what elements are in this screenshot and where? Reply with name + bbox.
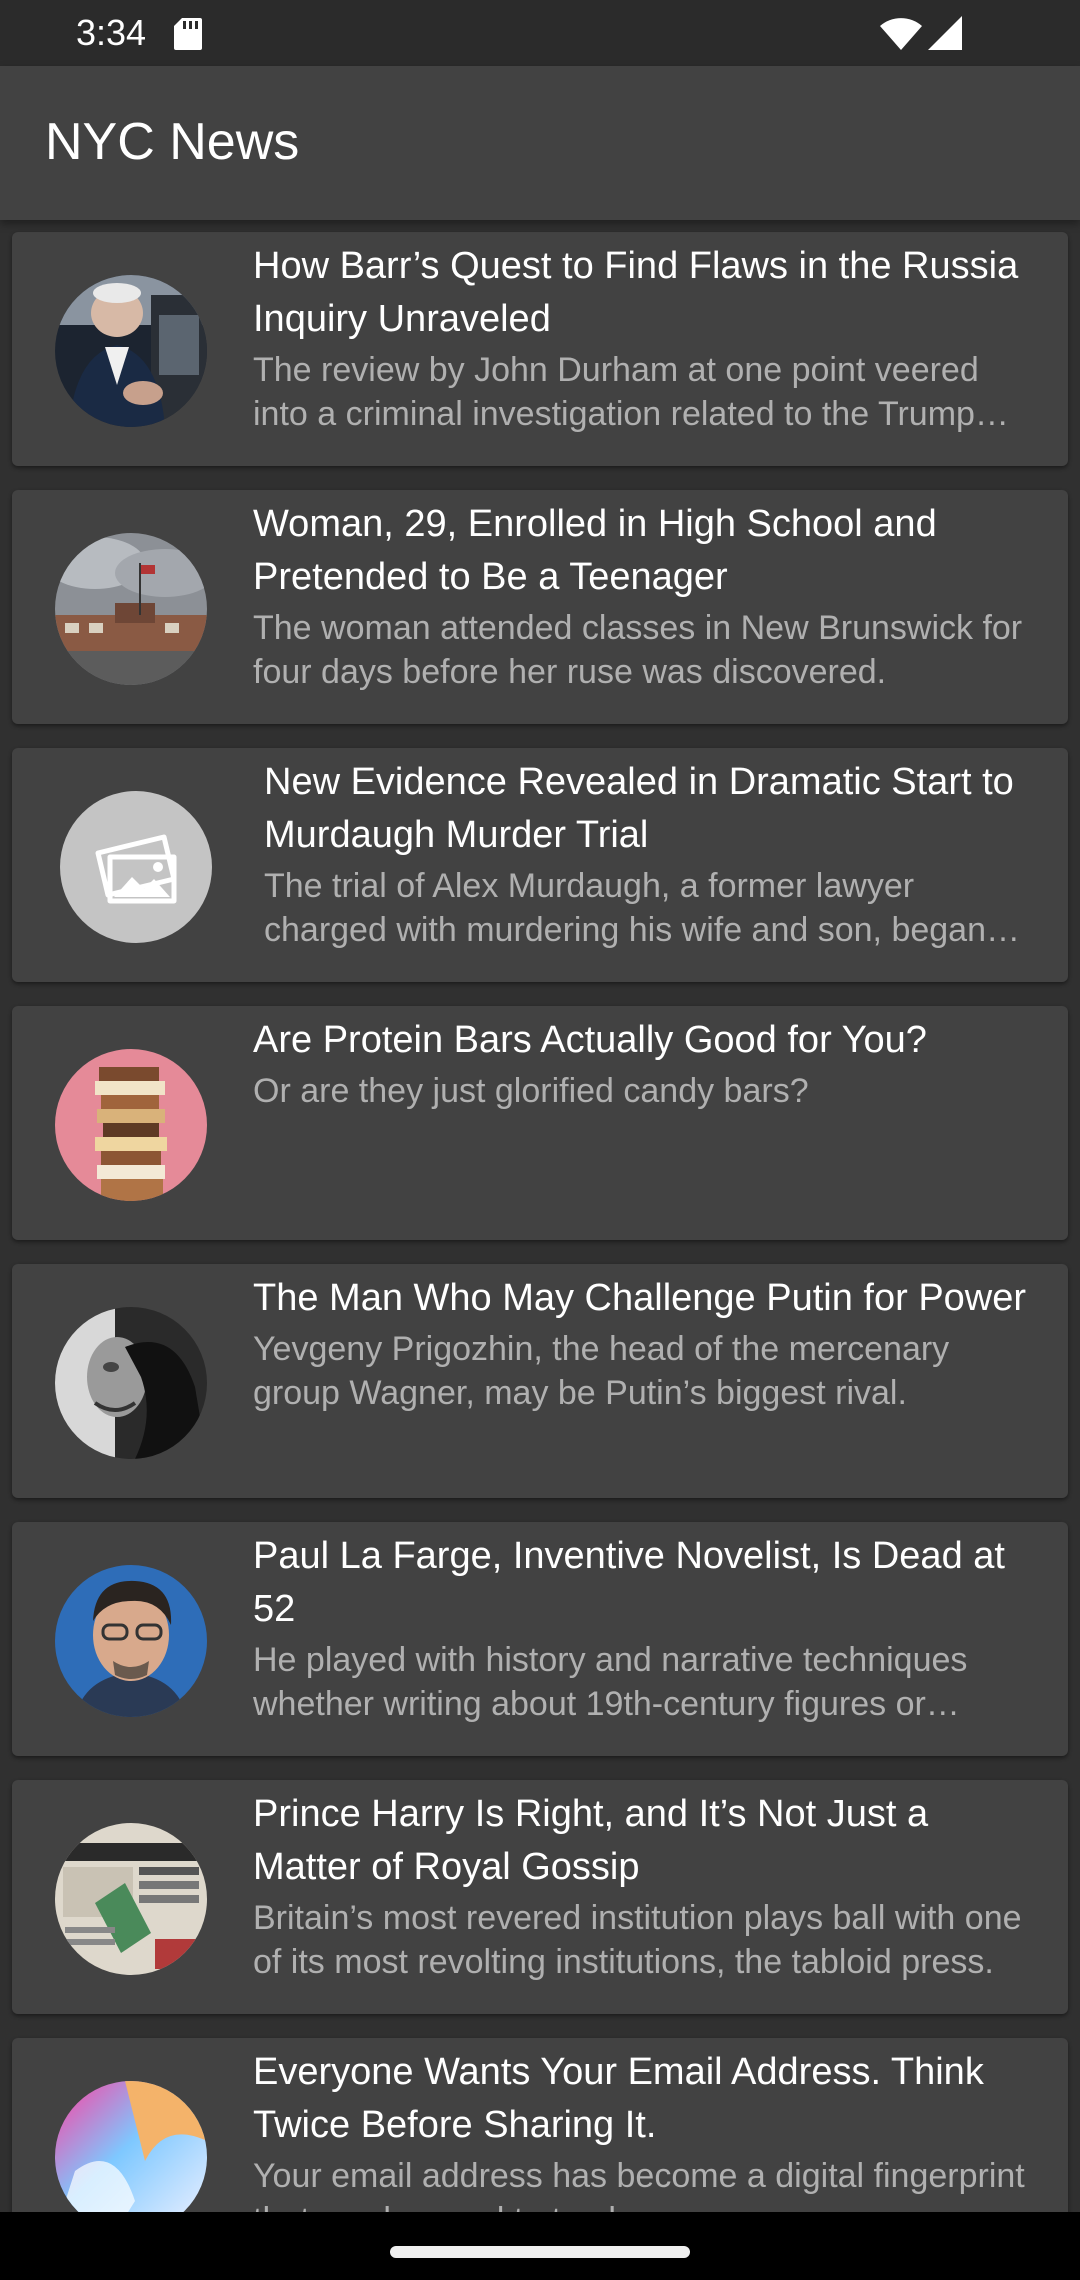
- article-summary: The woman attended classes in New Brunsw…: [253, 609, 1023, 691]
- news-card[interactable]: Paul La Farge, Inventive Novelist, Is De…: [12, 1522, 1068, 1756]
- article-thumbnail: [55, 2081, 207, 2212]
- article-text: Paul La Farge, Inventive Novelist, Is De…: [253, 1530, 1038, 1726]
- news-card[interactable]: Are Protein Bars Actually Good for You? …: [12, 1006, 1068, 1240]
- photo-school-building-icon: [55, 533, 207, 685]
- news-card[interactable]: Everyone Wants Your Email Address. Think…: [12, 2038, 1068, 2212]
- article-thumbnail: [55, 1049, 207, 1201]
- article-text: How Barr’s Quest to Find Flaws in the Ru…: [253, 240, 1038, 436]
- article-summary: Your email address has become a digital …: [253, 2157, 1025, 2212]
- article-headline: Everyone Wants Your Email Address. Think…: [253, 2051, 984, 2146]
- home-gesture-handle[interactable]: [390, 2246, 690, 2258]
- news-list[interactable]: How Barr’s Quest to Find Flaws in the Ru…: [0, 220, 1080, 2212]
- article-headline: Paul La Farge, Inventive Novelist, Is De…: [253, 1535, 1005, 1630]
- article-headline: The Man Who May Challenge Putin for Powe…: [253, 1277, 1027, 1319]
- article-summary: Yevgeny Prigozhin, the head of the merce…: [253, 1330, 950, 1412]
- photo-newspapers-icon: [55, 1823, 207, 1975]
- article-text: Woman, 29, Enrolled in High School and P…: [253, 498, 1038, 694]
- news-card[interactable]: The Man Who May Challenge Putin for Powe…: [12, 1264, 1068, 1498]
- photo-author-portrait-icon: [55, 1565, 207, 1717]
- article-summary: Britain’s most revered institution plays…: [253, 1899, 1022, 1981]
- article-headline: Prince Harry Is Right, and It’s Not Just…: [253, 1793, 929, 1888]
- article-thumbnail: [55, 1823, 207, 1975]
- article-text: Everyone Wants Your Email Address. Think…: [253, 2046, 1038, 2212]
- article-thumbnail: [55, 1565, 207, 1717]
- photo-man-in-car-icon: [55, 275, 207, 427]
- wifi-icon: [880, 18, 922, 50]
- sd-card-icon: [174, 18, 202, 50]
- status-bar: 3:34: [0, 0, 1080, 66]
- article-thumbnail: [55, 275, 207, 427]
- article-thumbnail: [55, 1307, 207, 1459]
- article-thumbnail: [60, 791, 212, 943]
- article-thumbnail: [55, 533, 207, 685]
- photo-abstract-icon: [55, 2081, 207, 2212]
- app-title: NYC News: [45, 113, 300, 171]
- article-text: New Evidence Revealed in Dramatic Start …: [264, 756, 1038, 952]
- image-placeholder-icon: [60, 791, 212, 943]
- photo-protein-bars-icon: [55, 1049, 207, 1201]
- article-summary: Or are they just glorified candy bars?: [253, 1072, 809, 1110]
- signal-icon: [928, 16, 962, 50]
- article-summary: The trial of Alex Murdaugh, a former law…: [264, 867, 986, 949]
- status-time: 3:34: [76, 12, 147, 53]
- article-text: Are Protein Bars Actually Good for You? …: [253, 1014, 1038, 1113]
- article-headline: Are Protein Bars Actually Good for You?: [253, 1019, 927, 1061]
- news-card[interactable]: Prince Harry Is Right, and It’s Not Just…: [12, 1780, 1068, 2014]
- news-card[interactable]: How Barr’s Quest to Find Flaws in the Ru…: [12, 232, 1068, 466]
- article-headline: New Evidence Revealed in Dramatic Start …: [264, 761, 1014, 856]
- news-card[interactable]: New Evidence Revealed in Dramatic Start …: [12, 748, 1068, 982]
- navigation-bar: [0, 2212, 1080, 2280]
- article-text: Prince Harry Is Right, and It’s Not Just…: [253, 1788, 1038, 1984]
- screen: 3:34 NYC News How Barr’s Quest to Find F…: [0, 0, 1080, 2280]
- article-headline: How Barr’s Quest to Find Flaws in the Ru…: [253, 245, 1019, 340]
- article-summary: The review by John Durham at one point v…: [253, 351, 979, 433]
- article-text: The Man Who May Challenge Putin for Powe…: [253, 1272, 1038, 1415]
- article-summary: He played with history and narrative tec…: [253, 1641, 968, 1723]
- app-bar: NYC News: [0, 66, 1080, 220]
- news-card[interactable]: Woman, 29, Enrolled in High School and P…: [12, 490, 1068, 724]
- article-headline: Woman, 29, Enrolled in High School and P…: [253, 503, 937, 598]
- photo-man-portrait-icon: [55, 1307, 207, 1459]
